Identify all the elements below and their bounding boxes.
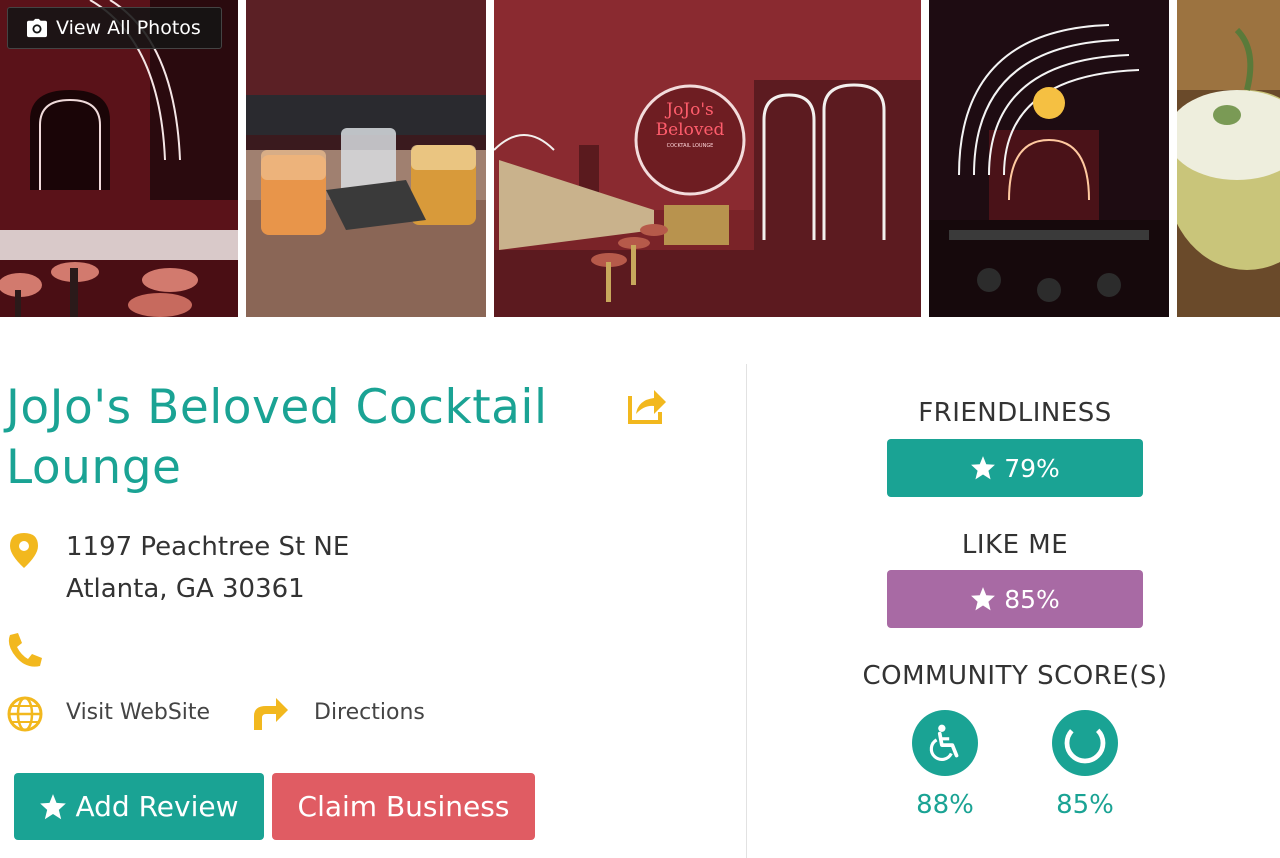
address-line2: Atlanta, GA 30361 xyxy=(66,574,305,604)
wheelchair-icon[interactable] xyxy=(912,710,978,776)
gallery-photo-3[interactable]: JoJo's Beloved COCKTAIL LOUNGE xyxy=(494,0,921,317)
neon-sign-line1: JoJo's xyxy=(664,100,714,120)
directions-arrow-icon[interactable] xyxy=(250,694,290,732)
star-icon xyxy=(971,587,996,611)
add-review-label: Add Review xyxy=(75,790,239,823)
like-me-score-bar: 85% xyxy=(887,570,1143,628)
visit-website-link[interactable]: Visit WebSite xyxy=(66,700,210,725)
business-address: 1197 Peachtree St NE Atlanta, GA 30361 xyxy=(66,526,349,610)
friendliness-label: FRIENDLINESS xyxy=(918,398,1112,428)
community-score-vision: 85% xyxy=(1056,790,1114,820)
globe-icon[interactable] xyxy=(6,695,44,733)
camera-icon xyxy=(27,18,47,38)
gallery-photo-5[interactable] xyxy=(1177,0,1280,317)
location-pin-icon xyxy=(8,531,40,569)
address-line1: 1197 Peachtree St NE xyxy=(66,532,350,562)
directions-link[interactable]: Directions xyxy=(314,700,425,725)
view-all-photos-label: View All Photos xyxy=(56,17,201,39)
community-score-label: COMMUNITY SCORE(S) xyxy=(862,661,1168,691)
add-review-button[interactable]: Add Review xyxy=(14,773,264,840)
star-icon xyxy=(40,793,67,819)
phone-icon[interactable] xyxy=(6,631,44,669)
gallery-photo-4[interactable] xyxy=(929,0,1169,317)
photo-gallery: JoJo's Beloved COCKTAIL LOUNGE View All … xyxy=(0,0,1280,317)
column-divider xyxy=(746,364,747,858)
claim-business-button[interactable]: Claim Business xyxy=(272,773,535,840)
eye-icon[interactable] xyxy=(1052,710,1118,776)
neon-sign-line2: Beloved xyxy=(656,120,725,140)
neon-sign-line3: COCKTAIL LOUNGE xyxy=(667,143,714,149)
friendliness-value: 79% xyxy=(1004,453,1060,483)
view-all-photos-button[interactable]: View All Photos xyxy=(7,7,222,49)
like-me-value: 85% xyxy=(1004,584,1060,614)
star-icon xyxy=(971,456,996,480)
business-name: JoJo's Beloved Cocktail Lounge xyxy=(6,380,548,495)
like-me-label: LIKE ME xyxy=(961,530,1069,560)
community-score-accessibility: 88% xyxy=(916,790,974,820)
gallery-photo-2[interactable] xyxy=(246,0,486,317)
share-icon[interactable] xyxy=(626,384,668,426)
friendliness-score-bar: 79% xyxy=(887,439,1143,497)
